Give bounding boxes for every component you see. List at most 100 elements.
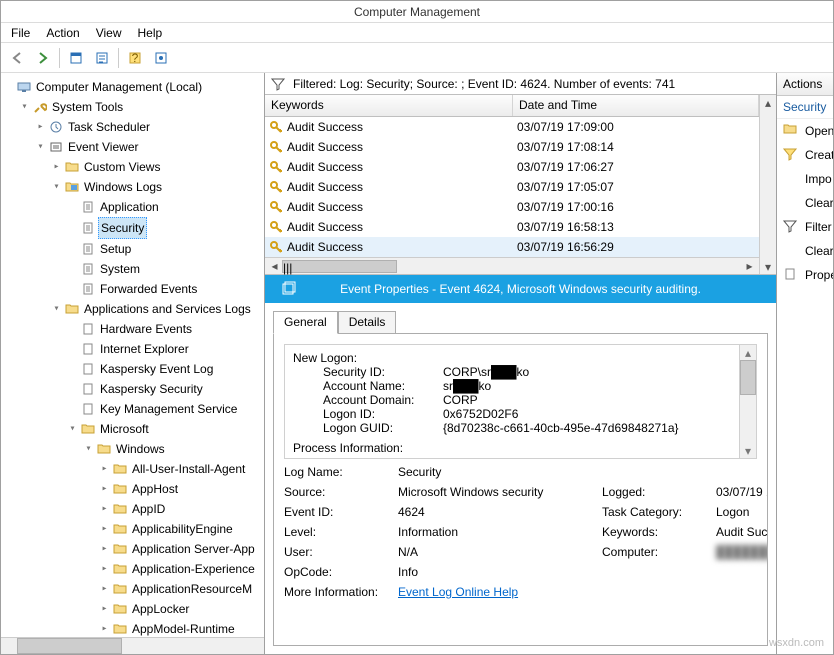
level-value: Information xyxy=(398,525,598,539)
tree-log-system[interactable]: System xyxy=(67,259,264,279)
column-datetime[interactable]: Date and Time xyxy=(513,95,759,116)
log-icon xyxy=(80,401,96,417)
tree-item[interactable]: ▸AppHost xyxy=(99,479,264,499)
event-row[interactable]: Audit Success03/07/19 17:05:07 xyxy=(265,177,759,197)
event-row[interactable]: Audit Success03/07/19 17:09:00 xyxy=(265,117,759,137)
scrollbar-thumb[interactable]: ||| xyxy=(282,260,397,273)
scroll-up-icon[interactable]: ▴ xyxy=(760,95,776,110)
tree-apps-services-logs[interactable]: ▾Applications and Services Logs xyxy=(51,299,264,319)
action-clear-log[interactable]: Clear xyxy=(777,191,833,215)
scrollbar-thumb[interactable] xyxy=(740,360,756,395)
tab-details[interactable]: Details xyxy=(338,311,397,334)
tree-horizontal-scrollbar[interactable] xyxy=(1,637,264,654)
tree-item[interactable]: ▸ApplicationResourceM xyxy=(99,579,264,599)
action-create-custom-view[interactable]: Creat xyxy=(777,143,833,167)
detail-scrollbar[interactable]: ▴ ▾ xyxy=(739,345,756,458)
filter-text: Filtered: Log: Security; Source: ; Event… xyxy=(293,77,675,91)
tree-hardware-events[interactable]: Hardware Events xyxy=(67,319,264,339)
expander-icon[interactable]: ▸ xyxy=(99,464,110,475)
expander-icon[interactable]: ▸ xyxy=(99,504,110,515)
list-vertical-scrollbar[interactable]: ▴ ▾ xyxy=(759,95,776,274)
expander-icon[interactable]: ▾ xyxy=(19,102,30,113)
scroll-up-icon[interactable]: ▴ xyxy=(740,345,756,360)
action-import-custom-view[interactable]: Impo xyxy=(777,167,833,191)
expander-icon[interactable]: ▸ xyxy=(99,624,110,635)
tree-kaspersky-security[interactable]: Kaspersky Security xyxy=(67,379,264,399)
filter-bar: Filtered: Log: Security; Source: ; Event… xyxy=(265,73,776,95)
menu-help[interactable]: Help xyxy=(132,24,169,42)
logon-id-label: Logon ID: xyxy=(323,407,443,421)
tree-log-forwarded[interactable]: Forwarded Events xyxy=(67,279,264,299)
tree-task-scheduler[interactable]: ▸Task Scheduler xyxy=(35,117,264,137)
action-filter-log[interactable]: Filter xyxy=(777,215,833,239)
properties2-button[interactable] xyxy=(90,46,114,70)
folder-icon xyxy=(64,301,80,317)
event-detail-box[interactable]: New Logon: Security ID:CORP\sr███ko Acco… xyxy=(284,344,757,459)
action-open-saved-log[interactable]: Open xyxy=(777,119,833,143)
tree-item[interactable]: ▸All-User-Install-Agent xyxy=(99,459,264,479)
back-button[interactable] xyxy=(5,46,29,70)
event-row[interactable]: Audit Success03/07/19 16:58:13 xyxy=(265,217,759,237)
event-summary-grid: Log Name:Security Source:Microsoft Windo… xyxy=(284,465,757,599)
expander-icon[interactable]: ▸ xyxy=(99,484,110,495)
tree-item[interactable]: ▸ApplicabilityEngine xyxy=(99,519,264,539)
event-row[interactable]: Audit Success03/07/19 17:00:16 xyxy=(265,197,759,217)
scroll-down-icon[interactable]: ▾ xyxy=(740,443,756,458)
tree-windows-logs[interactable]: ▾Windows Logs xyxy=(51,177,264,197)
expander-icon[interactable]: ▾ xyxy=(67,424,78,435)
menu-action[interactable]: Action xyxy=(40,24,85,42)
expander-icon[interactable]: ▸ xyxy=(35,122,46,133)
log-icon xyxy=(80,341,96,357)
tree-item[interactable]: ▸AppID xyxy=(99,499,264,519)
expander-icon[interactable]: ▾ xyxy=(51,304,62,315)
scroll-down-icon[interactable]: ▾ xyxy=(760,259,776,274)
tree-log-application[interactable]: Application xyxy=(67,197,264,217)
tree-log-security[interactable]: Security xyxy=(67,217,264,239)
column-keywords[interactable]: Keywords xyxy=(265,95,513,116)
scrollbar-thumb[interactable] xyxy=(17,638,122,654)
restore-icon[interactable] xyxy=(280,281,296,297)
tree-root[interactable]: Computer Management (Local) xyxy=(3,77,264,97)
tree-item[interactable]: ▸Application Server-App xyxy=(99,539,264,559)
forward-button[interactable] xyxy=(31,46,55,70)
tree-ie[interactable]: Internet Explorer xyxy=(67,339,264,359)
tree-item[interactable]: ▸AppModel-Runtime xyxy=(99,619,264,639)
tree-item[interactable]: ▸AppLocker xyxy=(99,599,264,619)
expander-icon[interactable]: ▾ xyxy=(83,444,94,455)
expander-icon[interactable]: ▸ xyxy=(99,544,110,555)
body: Computer Management (Local) ▾ System Too… xyxy=(1,73,833,654)
scroll-right-icon[interactable]: ▸ xyxy=(742,259,757,274)
tree-log-setup[interactable]: Setup xyxy=(67,239,264,259)
tab-general[interactable]: General xyxy=(273,311,338,334)
action-clear-filter[interactable]: Clear xyxy=(777,239,833,263)
expander-icon[interactable] xyxy=(3,82,14,93)
menu-view[interactable]: View xyxy=(90,24,128,42)
expander-icon[interactable]: ▸ xyxy=(99,524,110,535)
list-horizontal-scrollbar[interactable]: ◂ ||| ▸ xyxy=(265,257,759,274)
action-properties[interactable]: Prope xyxy=(777,263,833,287)
expander-icon[interactable]: ▸ xyxy=(51,162,62,173)
event-row[interactable]: Audit Success03/07/19 16:56:29 xyxy=(265,237,759,257)
tree-kaspersky-event[interactable]: Kaspersky Event Log xyxy=(67,359,264,379)
tree-event-viewer[interactable]: ▾Event Viewer xyxy=(35,137,264,157)
event-log-help-link[interactable]: Event Log Online Help xyxy=(398,585,518,599)
expander-icon[interactable]: ▸ xyxy=(99,564,110,575)
scroll-left-icon[interactable]: ◂ xyxy=(267,259,282,274)
event-row[interactable]: Audit Success03/07/19 17:08:14 xyxy=(265,137,759,157)
tree-ms-windows[interactable]: ▾Windows xyxy=(83,439,264,459)
tree-system-tools[interactable]: ▾ System Tools xyxy=(19,97,264,117)
help-button[interactable]: ? xyxy=(123,46,147,70)
tree-item[interactable]: ▸Application-Experience xyxy=(99,559,264,579)
expander-icon[interactable]: ▾ xyxy=(51,182,62,193)
expander-icon[interactable]: ▸ xyxy=(99,584,110,595)
menu-file[interactable]: File xyxy=(5,24,36,42)
event-row[interactable]: Audit Success03/07/19 17:06:27 xyxy=(265,157,759,177)
tree-kms[interactable]: Key Management Service xyxy=(67,399,264,419)
tree-pane[interactable]: Computer Management (Local) ▾ System Too… xyxy=(1,73,265,654)
expander-icon[interactable]: ▾ xyxy=(35,142,46,153)
tree-microsoft[interactable]: ▾Microsoft xyxy=(67,419,264,439)
tree-custom-views[interactable]: ▸Custom Views xyxy=(51,157,264,177)
properties-button[interactable] xyxy=(64,46,88,70)
filter-toolbar-button[interactable] xyxy=(149,46,173,70)
expander-icon[interactable]: ▸ xyxy=(99,604,110,615)
